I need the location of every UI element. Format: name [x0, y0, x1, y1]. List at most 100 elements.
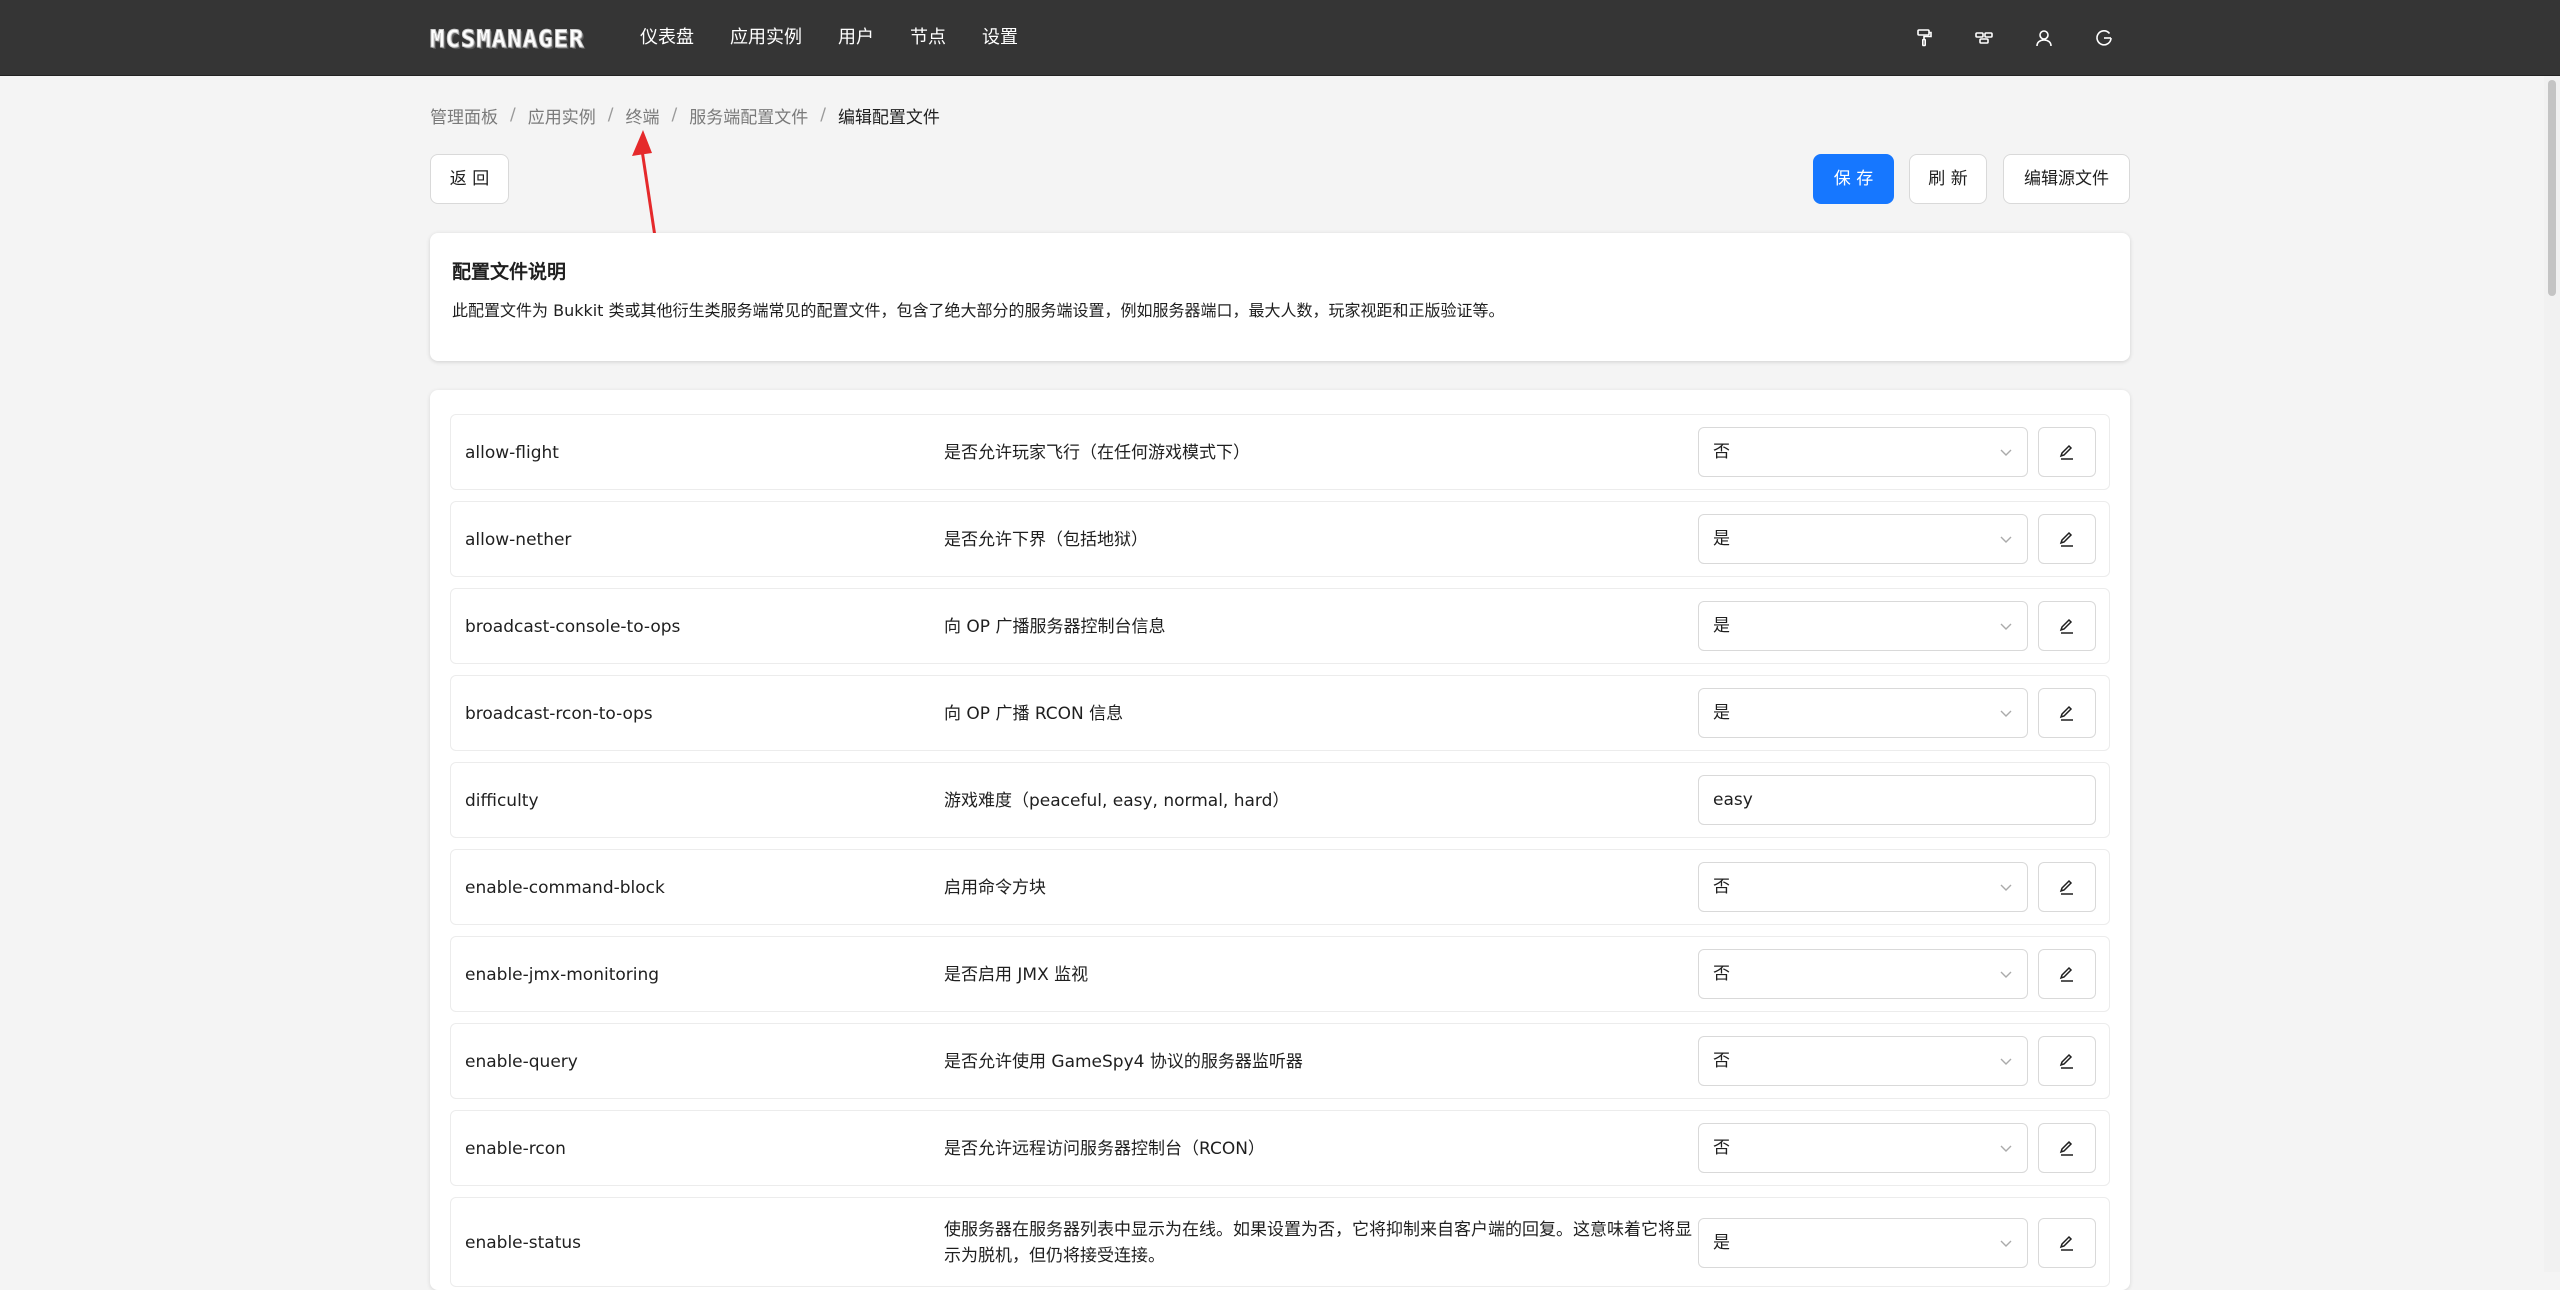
edit-icon — [2059, 618, 2073, 634]
config-value-select[interactable]: 否 — [1698, 1036, 2028, 1086]
edit-icon — [2059, 1053, 2073, 1069]
edit-icon — [2059, 531, 2073, 547]
edit-icon — [2059, 444, 2073, 460]
logout-icon[interactable] — [2093, 27, 2115, 49]
card-title: 配置文件说明 — [452, 261, 567, 283]
config-row: allow-nether 是否允许下界（包括地狱） 是 — [450, 501, 2110, 577]
config-key: allow-nether — [465, 530, 572, 550]
chevron-down-icon — [2000, 623, 2012, 630]
nav-item-settings[interactable]: 设置 — [982, 0, 1018, 76]
breadcrumb-separator: / — [510, 105, 516, 125]
nav-icon-group — [1875, 0, 2115, 76]
selected-value: 否 — [1713, 877, 1730, 897]
edit-value-button[interactable] — [2038, 688, 2096, 738]
edit-value-button[interactable] — [2038, 427, 2096, 477]
config-row: broadcast-console-to-ops 向 OP 广播服务器控制台信息… — [450, 588, 2110, 664]
selected-value: 是 — [1713, 1233, 1730, 1253]
edit-value-button[interactable] — [2038, 862, 2096, 912]
config-description: 使服务器在服务器列表中显示为在线。如果设置为否，它将抑制来自客户端的回复。这意味… — [944, 1220, 1692, 1266]
paint-roller-icon[interactable] — [1913, 27, 1935, 49]
chevron-down-icon — [2000, 971, 2012, 978]
config-description: 向 OP 广播服务器控制台信息 — [944, 617, 1166, 637]
save-button[interactable]: 保 存 — [1813, 154, 1894, 204]
config-list-panel: allow-flight 是否允许玩家飞行（在任何游戏模式下） 否 allow-… — [430, 390, 2130, 1290]
config-row: allow-flight 是否允许玩家飞行（在任何游戏模式下） 否 — [450, 414, 2110, 490]
selected-value: 否 — [1713, 964, 1730, 984]
edit-value-button[interactable] — [2038, 601, 2096, 651]
config-key: enable-query — [465, 1052, 578, 1072]
edit-value-button[interactable] — [2038, 1036, 2096, 1086]
config-value-input[interactable]: easy — [1698, 775, 2096, 825]
config-key: enable-jmx-monitoring — [465, 965, 660, 985]
config-row: difficulty 游戏难度（peaceful, easy, normal, … — [450, 762, 2110, 838]
breadcrumb-separator: / — [607, 105, 614, 125]
selected-value: 否 — [1713, 442, 1730, 462]
breadcrumb-item-panel[interactable]: 管理面板 — [430, 103, 498, 128]
config-row: enable-status 使服务器在服务器列表中显示为在线。如果设置为否，它将… — [450, 1197, 2110, 1287]
edit-value-button[interactable] — [2038, 1218, 2096, 1268]
config-key: difficulty — [465, 791, 539, 811]
nav-item-users[interactable]: 用户 — [838, 0, 874, 76]
scrollbar-thumb[interactable] — [2548, 80, 2556, 296]
edit-icon — [2059, 966, 2073, 982]
nav-item-nodes[interactable]: 节点 — [910, 0, 946, 76]
breadcrumb-separator: / — [671, 105, 678, 125]
edit-value-button[interactable] — [2038, 514, 2096, 564]
config-key: broadcast-console-to-ops — [465, 617, 681, 637]
config-row: enable-jmx-monitoring 是否启用 JMX 监视 否 — [450, 936, 2110, 1012]
config-value-select[interactable]: 否 — [1698, 427, 2028, 477]
config-value-select[interactable]: 是 — [1698, 1218, 2028, 1268]
chevron-down-icon — [2000, 1058, 2012, 1065]
edit-value-button[interactable] — [2038, 949, 2096, 999]
config-key: enable-command-block — [465, 878, 665, 898]
logo[interactable]: MCSMANAGER — [430, 26, 585, 53]
config-value-select[interactable]: 否 — [1698, 862, 2028, 912]
edit-icon — [2059, 879, 2073, 895]
config-description: 是否允许玩家飞行（在任何游戏模式下） — [944, 443, 1250, 463]
chevron-down-icon — [2000, 449, 2012, 456]
config-description: 是否允许下界（包括地狱） — [944, 530, 1148, 550]
card-description: 此配置文件为 Bukkit 类或其他衍生类服务端常见的配置文件，包含了绝大部分的… — [452, 301, 1505, 320]
edit-value-button[interactable] — [2038, 1123, 2096, 1173]
config-description: 是否允许使用 GameSpy4 协议的服务器监听器 — [944, 1052, 1303, 1072]
config-key: enable-status — [465, 1233, 581, 1253]
config-row: enable-command-block 启用命令方块 否 — [450, 849, 2110, 925]
back-button[interactable]: 返 回 — [430, 154, 509, 204]
breadcrumb-separator: / — [820, 105, 826, 125]
config-value-select[interactable]: 是 — [1698, 601, 2028, 651]
config-description: 是否启用 JMX 监视 — [944, 965, 1089, 985]
breadcrumb: 管理面板 / 应用实例 / 终端 / 服务端配置文件 / 编辑配置文件 — [430, 103, 940, 128]
config-row: broadcast-rcon-to-ops 向 OP 广播 RCON 信息 是 — [450, 675, 2110, 751]
config-value-select[interactable]: 否 — [1698, 1123, 2028, 1173]
chevron-down-icon — [2000, 1145, 2012, 1152]
config-key: broadcast-rcon-to-ops — [465, 704, 653, 724]
config-description: 启用命令方块 — [944, 878, 1046, 898]
config-row: enable-rcon 是否允许远程访问服务器控制台（RCON） 否 — [450, 1110, 2110, 1186]
page-scrollbar[interactable] — [2544, 76, 2560, 1272]
edit-icon — [2059, 1235, 2073, 1251]
config-description: 游戏难度（peaceful, easy, normal, hard） — [944, 791, 1290, 811]
user-icon[interactable] — [2033, 27, 2055, 49]
breadcrumb-item-instances[interactable]: 应用实例 — [528, 103, 596, 128]
config-value-select[interactable]: 是 — [1698, 688, 2028, 738]
breadcrumb-item-edit-config: 编辑配置文件 — [837, 107, 940, 128]
nav-item-instances[interactable]: 应用实例 — [730, 0, 802, 76]
config-key: allow-flight — [465, 443, 559, 463]
layout-icon[interactable] — [1973, 27, 1995, 49]
top-nav-bar: MCSMANAGER 仪表盘 应用实例 用户 节点 设置 — [0, 0, 2560, 76]
selected-value: 是 — [1713, 703, 1730, 723]
nav-item-dashboard[interactable]: 仪表盘 — [640, 0, 694, 76]
selected-value: 是 — [1713, 529, 1730, 549]
chevron-down-icon — [2000, 884, 2012, 891]
selected-value: 是 — [1713, 616, 1730, 636]
edit-source-button[interactable]: 编辑源文件 — [2003, 154, 2130, 204]
config-value-select[interactable]: 否 — [1698, 949, 2028, 999]
selected-value: 否 — [1713, 1051, 1730, 1071]
edit-icon — [2059, 1140, 2073, 1156]
config-value-select[interactable]: 是 — [1698, 514, 2028, 564]
chevron-down-icon — [2000, 1240, 2012, 1247]
chevron-down-icon — [2000, 710, 2012, 717]
breadcrumb-item-server-config[interactable]: 服务端配置文件 — [689, 103, 808, 128]
chevron-down-icon — [2000, 536, 2012, 543]
refresh-button[interactable]: 刷 新 — [1909, 154, 1987, 204]
